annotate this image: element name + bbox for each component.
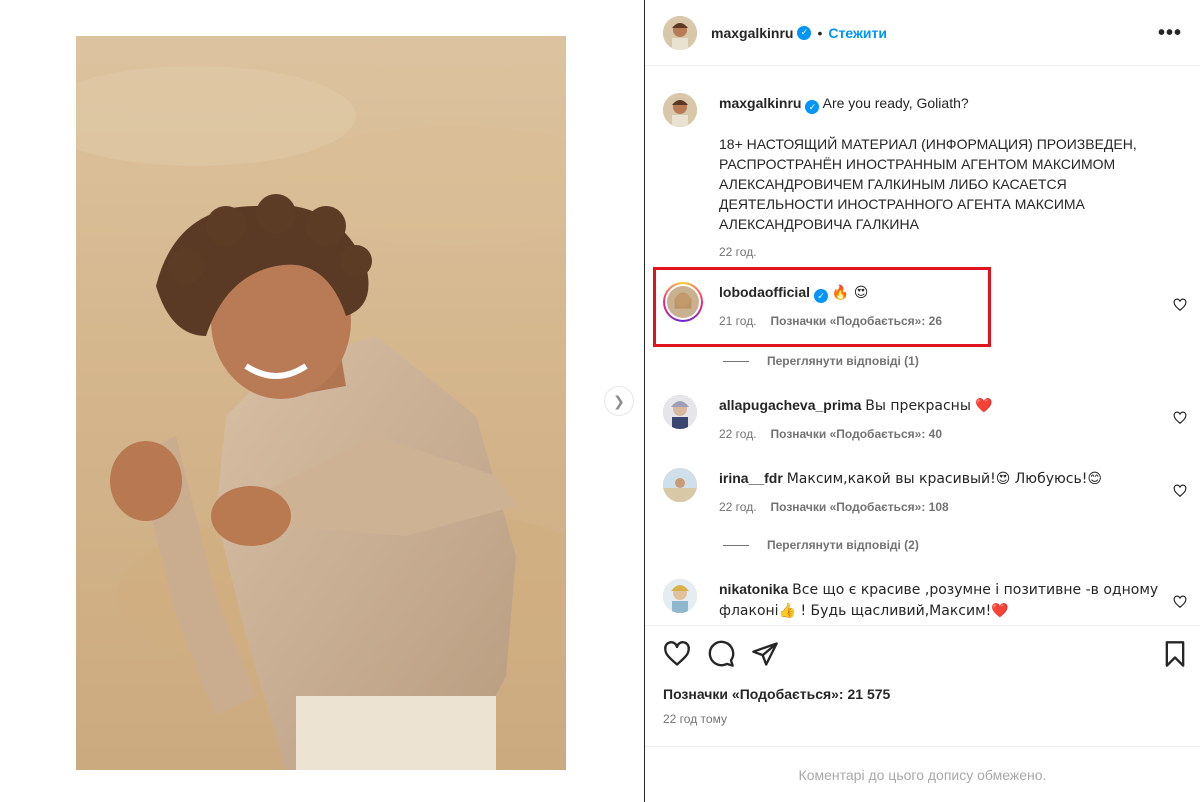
- verified-badge-icon: ✓: [814, 289, 828, 303]
- view-replies-label: Переглянути відповіді (1): [767, 354, 919, 368]
- post-photo-illustration: [76, 36, 566, 770]
- replies-line: [723, 360, 749, 362]
- comment-time: 22 год.: [719, 500, 757, 514]
- caption-username[interactable]: maxgalkinru: [719, 95, 801, 111]
- comment-text: Максим,какой вы красивый!😍 Любуюсь!😊: [786, 471, 1102, 487]
- heart-icon[interactable]: [1173, 484, 1187, 498]
- comment-likes[interactable]: Позначки «Подобається»: 40: [771, 427, 942, 441]
- post-side-panel: maxgalkinru ✓ • Стежити ••• maxgalkinru ✓…: [645, 0, 1200, 802]
- comment-avatar[interactable]: [663, 395, 697, 429]
- follow-button[interactable]: Стежити: [828, 25, 887, 41]
- view-replies-label: Переглянути відповіді (2): [767, 538, 919, 552]
- comment-time: 21 год.: [719, 314, 757, 328]
- verified-badge-icon: ✓: [797, 25, 812, 40]
- comment-username[interactable]: irina__fdr: [719, 470, 783, 486]
- bookmark-icon[interactable]: [1161, 640, 1189, 668]
- comment-username[interactable]: allapugacheva_prima: [719, 397, 861, 413]
- view-replies-button[interactable]: Переглянути відповіді (1): [723, 354, 919, 368]
- comment-username[interactable]: lobodaofficial: [719, 284, 810, 300]
- caption-avatar[interactable]: [663, 93, 697, 127]
- heart-icon[interactable]: [663, 640, 691, 668]
- header-separator: •: [817, 24, 823, 41]
- replies-line: [723, 544, 749, 546]
- comments-list[interactable]: maxgalkinru ✓ Are you ready, Goliath? 18+…: [645, 67, 1200, 624]
- post-likes-count[interactable]: Позначки «Подобається»: 21 575: [663, 686, 890, 702]
- post-time-ago: 22 год тому: [663, 712, 727, 726]
- caption-time: 22 год.: [719, 245, 757, 259]
- caption-text: Are you ready, Goliath?: [822, 95, 969, 111]
- comment-avatar[interactable]: [663, 468, 697, 502]
- comment-text: Вы прекрасны ❤️: [865, 398, 993, 414]
- comment-time: 22 год.: [719, 427, 757, 441]
- author-avatar[interactable]: [663, 15, 697, 50]
- verified-badge-icon: ✓: [805, 100, 820, 114]
- comment-avatar[interactable]: [663, 579, 697, 613]
- post-header: maxgalkinru ✓ • Стежити •••: [645, 0, 1200, 66]
- view-replies-button[interactable]: Переглянути відповіді (2): [723, 538, 919, 552]
- comment-username[interactable]: nikatonika: [719, 581, 788, 597]
- heart-icon[interactable]: [1173, 595, 1187, 609]
- comments-limited-notice: Коментарі до цього допису обмежено.: [645, 746, 1200, 802]
- heart-icon[interactable]: [1173, 411, 1187, 425]
- next-media-button[interactable]: ❯: [604, 386, 634, 416]
- share-icon[interactable]: [751, 640, 779, 668]
- post-photo[interactable]: [76, 36, 566, 770]
- story-ring-avatar[interactable]: [663, 282, 703, 322]
- caption-disclaimer: 18+ НАСТОЯЩИЙ МАТЕРИАЛ (ИНФОРМАЦИЯ) ПРОИ…: [719, 136, 1137, 232]
- heart-icon[interactable]: [1173, 298, 1187, 312]
- comment-likes[interactable]: Позначки «Подобається»: 108: [771, 500, 949, 514]
- more-options-icon[interactable]: •••: [1158, 22, 1182, 45]
- comment-icon[interactable]: [707, 640, 735, 668]
- comment-likes[interactable]: Позначки «Подобається»: 26: [771, 314, 942, 328]
- comment-text: 🔥 😍: [831, 285, 869, 301]
- media-pane: ❯: [0, 0, 644, 802]
- post-actions: Позначки «Подобається»: 21 575 22 год то…: [645, 625, 1200, 745]
- author-username[interactable]: maxgalkinru: [711, 25, 793, 41]
- chevron-right-icon: ❯: [613, 392, 625, 409]
